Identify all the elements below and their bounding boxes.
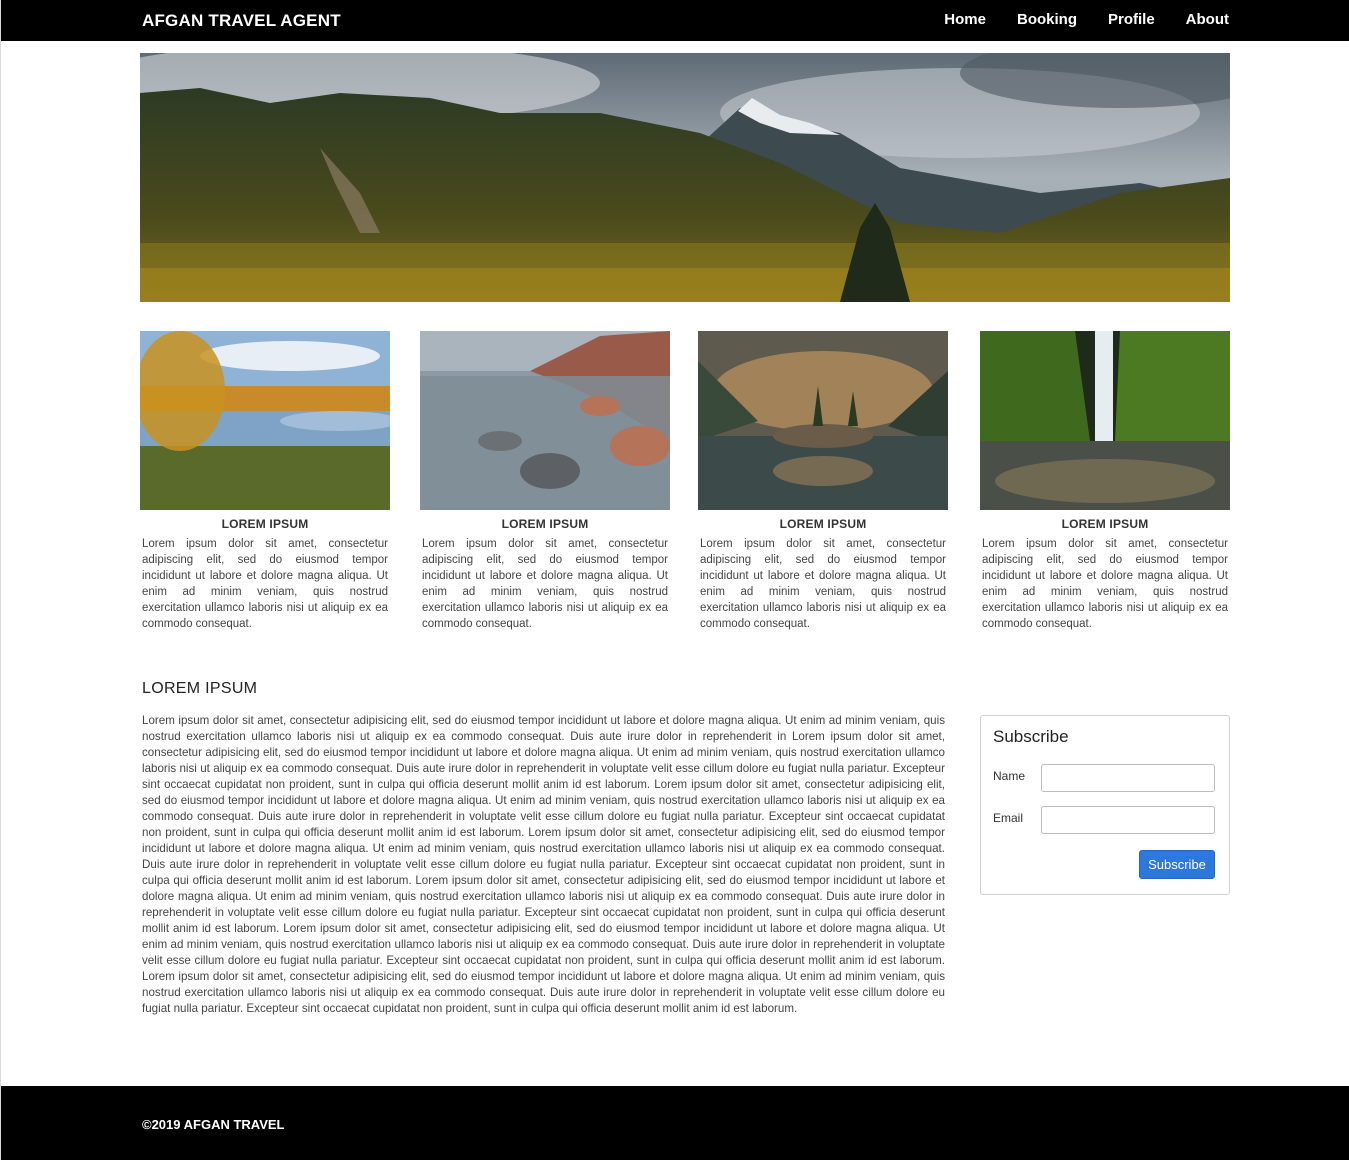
footer-copyright: ©2019 AFGAN TRAVEL: [142, 1117, 285, 1132]
main-nav: Home Booking Profile About: [944, 11, 1229, 28]
card-text: Lorem ipsum dolor sit amet, consectetur …: [422, 538, 668, 630]
article-title: LOREM IPSUM: [142, 680, 258, 697]
footer: ©2019 AFGAN TRAVEL: [1, 1086, 1349, 1160]
card-image-autumn-lake: [140, 331, 390, 510]
hero-banner-image: [140, 53, 1230, 302]
nav-profile-link[interactable]: Profile: [1108, 11, 1155, 28]
subscribe-button[interactable]: Subscribe: [1139, 850, 1215, 879]
card-storm-lake: LOREM IPSUM Lorem ipsum dolor sit amet, …: [698, 331, 948, 632]
name-input[interactable]: [1041, 764, 1215, 792]
card-image-waterfall: [980, 331, 1230, 510]
card-title: LOREM IPSUM: [1061, 517, 1149, 531]
card-text: Lorem ipsum dolor sit amet, consectetur …: [142, 538, 388, 630]
top-navbar: AFGAN TRAVEL AGENT Home Booking Profile …: [1, 0, 1349, 41]
card-title: LOREM IPSUM: [501, 517, 589, 531]
name-label: Name: [993, 769, 1026, 783]
nav-home-link[interactable]: Home: [944, 11, 986, 28]
card-title: LOREM IPSUM: [779, 517, 867, 531]
email-input[interactable]: [1041, 806, 1215, 834]
subscribe-panel: Subscribe Name Email Subscribe: [980, 715, 1230, 895]
brand-logo[interactable]: AFGAN TRAVEL AGENT: [142, 11, 341, 31]
card-title: LOREM IPSUM: [221, 517, 309, 531]
card-autumn-lake: LOREM IPSUM Lorem ipsum dolor sit amet, …: [140, 331, 390, 632]
card-rocky-shore: LOREM IPSUM Lorem ipsum dolor sit amet, …: [420, 331, 670, 632]
main-article: LOREM IPSUM Lorem ipsum dolor sit amet, …: [142, 680, 945, 1017]
card-image-storm-lake: [698, 331, 948, 510]
article-body: Lorem ipsum dolor sit amet, consectetur …: [142, 714, 945, 1015]
subscribe-title: Subscribe: [993, 727, 1069, 746]
email-label: Email: [993, 811, 1024, 825]
card-text: Lorem ipsum dolor sit amet, consectetur …: [700, 538, 946, 630]
nav-about-link[interactable]: About: [1186, 11, 1229, 28]
card-image-rocky-shore: [420, 331, 670, 510]
card-text: Lorem ipsum dolor sit amet, consectetur …: [982, 538, 1228, 630]
card-waterfall: LOREM IPSUM Lorem ipsum dolor sit amet, …: [980, 331, 1230, 632]
nav-booking-link[interactable]: Booking: [1017, 11, 1077, 28]
